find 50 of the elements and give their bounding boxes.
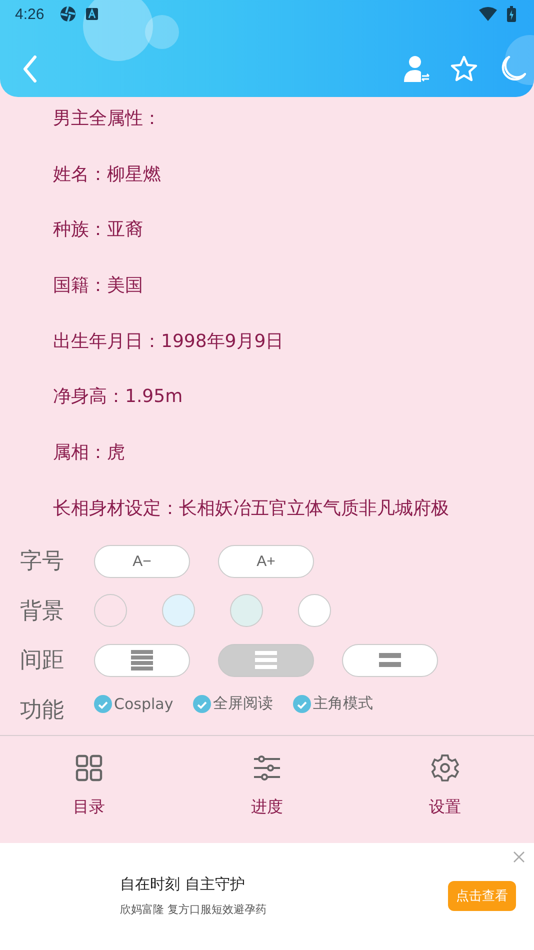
body-paragraph: 长相身材设定：长相妖冶五官立体气质非凡城府极 [53,496,450,521]
body-paragraph: 出生年月日：1998年9月9日 [53,330,285,354]
checkmark-icon [98,701,108,709]
background-swatch[interactable] [94,594,127,628]
sliders-icon [253,754,281,782]
back-icon[interactable] [22,54,38,82]
setting-label: 字号 [20,548,65,576]
person-swap-icon[interactable] [402,54,430,82]
grid-icon [75,754,103,782]
body-paragraph: 姓名：柳星燃 [53,162,162,187]
feature-label: 主角模式 [313,694,374,714]
close-icon[interactable] [513,850,525,862]
checkbox[interactable] [193,694,212,713]
line-spacing-button[interactable] [218,644,314,677]
wifi-icon [479,7,497,21]
battery-icon [507,6,516,22]
line-spacing-button[interactable] [342,644,438,677]
body-paragraph: 净身高：1.95m [53,385,184,410]
star-icon[interactable] [450,54,478,82]
nav-tab[interactable]: 设置 [385,748,505,824]
feature-label: 全屏阅读 [213,694,274,714]
keyboard-a-icon [86,8,98,20]
ad-subtitle: 欣妈富隆 复方口服短效避孕药 [120,902,268,918]
lines-icon [131,650,153,670]
body-paragraph: 国籍：美国 [53,274,144,298]
font-size-button[interactable]: A− [94,544,190,578]
body-paragraph: 种族：亚裔 [53,218,144,242]
body-paragraph: 属相：虎 [53,441,126,466]
checkmark-icon [198,701,207,709]
aperture-icon [60,6,76,22]
checkbox[interactable] [293,694,312,713]
ad-title: 自在时刻 自主守护 [120,875,246,894]
nav-tab[interactable]: 目录 [29,748,149,824]
status-time: 4:26 [15,6,44,22]
body-paragraph: 男主全属性： [53,107,162,131]
background-swatch[interactable] [298,594,331,628]
font-size-button[interactable]: A+ [218,544,314,578]
settings-icon [431,754,459,782]
setting-label: 功能 [20,696,65,725]
background-swatch[interactable] [162,594,195,628]
line-spacing-button[interactable] [94,644,190,677]
nav-tab[interactable]: 进度 [207,748,327,824]
lines-icon [255,651,277,670]
lines-icon [379,653,401,668]
setting-label: 背景 [20,598,65,626]
setting-label: 间距 [20,647,65,676]
feature-label: Cosplay [114,694,174,713]
checkmark-icon [298,701,307,709]
checkbox[interactable] [94,694,112,713]
background-swatch[interactable] [230,594,263,628]
